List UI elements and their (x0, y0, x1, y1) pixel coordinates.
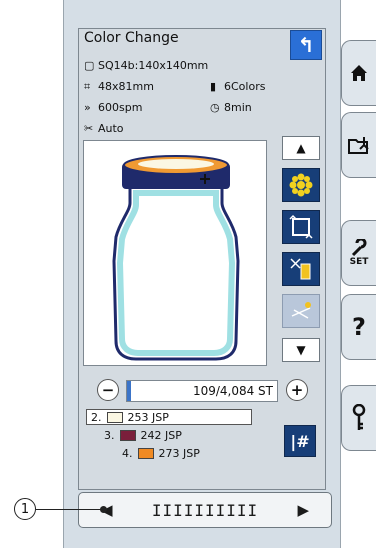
undo-arrow-icon: ↰ (297, 33, 315, 57)
colors-info: ▮ 6Colors (210, 80, 266, 93)
color-grouping-button[interactable] (282, 168, 320, 202)
thread-swatch (106, 411, 123, 423)
scroll-right-icon[interactable]: ▶ (297, 502, 309, 518)
clock-icon: ◷ (210, 101, 220, 114)
design-size-icon: ⌗ (84, 80, 91, 93)
callout-number: 1 (14, 498, 36, 520)
thread-cut-info: ✂ Auto (84, 122, 124, 135)
thread-swatch (137, 448, 154, 459)
jar-design-icon (112, 155, 240, 361)
scroll-up-button[interactable]: ▲ (282, 136, 320, 160)
home-icon (351, 65, 367, 81)
time-info: ◷ 8min (210, 101, 252, 114)
open-file-tab[interactable] (341, 112, 376, 178)
settings-tab[interactable]: SET (341, 220, 376, 286)
jump-stitch-icon (291, 302, 311, 319)
trace-frame-icon (289, 214, 313, 239)
back-button[interactable]: ↰ (290, 30, 322, 60)
color-list-item[interactable]: 4. 273 JSP (122, 447, 200, 460)
scroll-down-button[interactable]: ▼ (282, 338, 320, 362)
thread-swatch (119, 430, 136, 441)
stitch-counter: 109/4,084 ST (126, 380, 278, 402)
hoop-info: ▢ SQ14b:140x140mm (84, 59, 209, 72)
wrench-icon (351, 239, 367, 257)
folder-open-icon (348, 137, 369, 154)
lock-tab[interactable] (341, 385, 376, 451)
stitch-plus-button[interactable]: + (286, 379, 308, 401)
stitch-progress-fill (127, 381, 131, 401)
stitch-minus-button[interactable]: − (97, 379, 119, 401)
help-tab[interactable]: ? (341, 294, 376, 360)
page-title: Color Change (84, 30, 179, 46)
speed-info: » 600spm (84, 101, 143, 114)
thread-cut-icon (290, 258, 311, 280)
design-preview[interactable] (83, 140, 267, 366)
jump-to-color-button[interactable]: |# (284, 425, 316, 457)
home-tab[interactable] (341, 40, 376, 106)
spool-icon: ▮ (210, 80, 217, 93)
color-list-item[interactable]: 3. 242 JSP (104, 429, 182, 442)
hoop-icon: ▢ (84, 59, 95, 72)
scroll-grip-icon[interactable]: IIIIIIIIII (152, 501, 258, 520)
thread-color-button[interactable] (282, 252, 320, 286)
help-icon: ? (352, 313, 366, 341)
callout-dot (100, 506, 107, 513)
color-grouping-icon (289, 173, 313, 197)
speed-icon: » (84, 101, 91, 114)
machine-screen: Color Change ↰ ▢ SQ14b:140x140mm ⌗ 48x81mm… (0, 0, 376, 548)
bottom-scroll-bar[interactable]: ◀ IIIIIIIIII ▶ (78, 492, 332, 528)
scroll-up-icon: ▲ (296, 141, 306, 155)
callout-leader-line (36, 509, 102, 510)
size-info: ⌗ 48x81mm (84, 80, 154, 93)
scissors-icon: ✂ (84, 122, 94, 135)
jump-stitch-button[interactable] (282, 294, 320, 328)
scroll-down-icon: ▼ (296, 343, 306, 357)
color-list-item-selected[interactable]: 2. 253 JSP (86, 409, 252, 425)
trace-button[interactable] (282, 210, 320, 244)
stitch-count-text: 109/4,084 ST (192, 384, 273, 398)
key-icon (352, 404, 366, 430)
